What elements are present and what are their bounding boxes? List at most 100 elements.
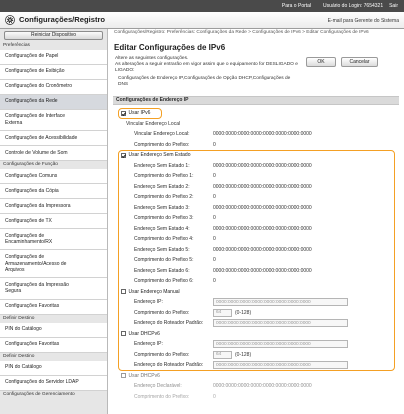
endereco-sem-estado-2-label: Endereço Sem Estado 2: [134,183,190,190]
logout-link[interactable]: Sair [389,3,398,9]
usar-dhcpv6-checkbox[interactable] [121,331,126,337]
form-row: Usar Endereço Sem Estado [110,150,402,161]
form-row: Comprimento do Prefixo 3: 0 [110,213,402,224]
vincular-endereco-local-value: 0000:0000:0000:0000:0000:0000:0000:0000 [213,131,312,138]
email-system-manager-link[interactable]: E-mail para Gerente do Sistema [328,18,399,24]
cancel-button[interactable]: Cancelar [341,57,378,67]
form-row: Comprimento do Prefixo 5: 0 [110,255,402,266]
endereco-ip-label: Endereço IP: [134,299,163,306]
comprimento-do-prefixo-value: 0 [213,141,216,148]
comprimento-do-prefixo-label: Comprimento do Prefixo: [134,141,190,148]
endereco-sem-estado-3-label: Endereço Sem Estado 3: [134,204,190,211]
sidebar-item-configuracoes-do-servidor-ldap[interactable]: Configurações do Servidor LDAP [0,375,107,391]
comprimento-do-prefixo-1-value: 0 [213,173,216,180]
comprimento-do-prefixo-6-value: 0 [213,278,216,285]
top-bar: Para o Portal Usuário do Login: 7654321 … [0,0,404,12]
comprimento-do-prefixo-4-label: Comprimento do Prefixo 4: [134,236,194,243]
notice-line: As alterações a seguir entrarão em vigor… [115,62,298,74]
comprimento-do-prefixo-5-label: Comprimento do Prefixo 5: [134,257,194,264]
settings-gear-icon [5,15,15,25]
sidebar-item-configuracoes-de-papel[interactable]: Configurações de Papel [0,49,107,65]
restart-device-button[interactable]: Reiniciar Dispositivo [4,31,103,40]
usar-endereco-sem-estado-label[interactable]: Usar Endereço Sem Estado [129,152,191,158]
comprimento-do-prefixo-1-label: Comprimento do Prefixo 1: [134,173,194,180]
sidebar-item-configuracoes-de-tx[interactable]: Configurações de TX [0,213,107,229]
vincular-endereco-local-heading: Vincular Endereço Local [126,120,181,127]
sidebar-item-configuracoes-do-cronometro[interactable]: Configurações do Cronômetro [0,79,107,95]
endereco-do-roteador-padrao-input[interactable] [213,319,348,328]
endereco-ip-input[interactable] [213,298,348,307]
endereco-sem-estado-4-label: Endereço Sem Estado 4: [134,225,190,232]
form-row: Comprimento do Prefixo 4: 0 [110,234,402,245]
sidebar-item-configuracoes-da-impressao-segura[interactable]: Configurações da Impressão Segura [0,278,107,300]
sidebar-heading-definir-destino: Definir Destino [3,353,35,359]
sidebar-item-configuracoes-da-copia[interactable]: Configurações da Cópia [0,183,107,199]
endereco-ip-input[interactable] [213,340,348,349]
usar-ipv6-label[interactable]: Usar IPv6 [129,110,151,116]
sidebar-item-configuracoes-de-exibicao[interactable]: Configurações de Exibição [0,64,107,80]
page-title: Editar Configurações de IPv6 [114,43,226,52]
main-content: Configurações/Registro: Preferências: Co… [110,29,402,414]
comprimento-do-prefixo-input[interactable] [213,350,232,359]
sidebar-item-configuracoes-favoritas[interactable]: Configurações Favoritas [0,299,107,315]
header-title: Configurações/Registro [19,15,106,24]
form-row: Endereço IP: [110,297,402,308]
form-row: Endereço Sem Estado 4: 0000:0000:0000:000… [110,224,402,235]
comprimento-do-prefixo-input[interactable] [213,308,232,317]
endereco-sem-estado-6-value: 0000:0000:0000:0000:0000:0000:0000:0000 [213,267,312,274]
form-row: Endereço Sem Estado 2: 0000:0000:0000:000… [110,182,402,193]
endereco-sem-estado-4-value: 0000:0000:0000:0000:0000:0000:0000:0000 [213,225,312,232]
endereco-sem-estado-1-label: Endereço Sem Estado 1: [134,162,190,169]
form-row: Vincular Endereço Local: 0000:0000:0000:0… [110,129,402,140]
comprimento-do-prefixo-3-value: 0 [213,215,216,222]
endereco-do-roteador-padrao-input[interactable] [213,361,348,370]
form-row: Comprimento do Prefixo 6: 0 [110,276,402,287]
form-row: Endereço IP: [110,339,402,350]
fade-overlay [110,371,402,414]
usar-endereco-manual-label[interactable]: Usar Endereço Manual [129,289,180,295]
sidebar-item-configuracoes-de-armazenamento-acesso-de-arquivos[interactable]: Configurações de Armazenamento/Acesso de… [0,250,107,279]
form-row: Usar IPv6 [110,108,402,119]
section-header-ip-address-settings: Configurações de Endereço IP [113,96,399,105]
comprimento-do-prefixo-range: (0-128) [235,351,252,358]
sidebar-item-configuracoes-da-impressora[interactable]: Configurações da Impressora [0,198,107,214]
vincular-endereco-local-label: Vincular Endereço Local: [134,131,190,138]
notice-line: Configurações de Endereço IP,Configuraçõ… [118,76,291,88]
login-user-label: Usuário do Login: 7654321 [323,3,384,9]
endereco-do-roteador-padrao-label: Endereço do Roteador Padrão: [134,320,204,327]
usar-dhcpv6-label[interactable]: Usar DHCPv6 [129,331,160,337]
endereco-sem-estado-3-value: 0000:0000:0000:0000:0000:0000:0000:0000 [213,204,312,211]
sidebar-item-configuracoes-de-interface-externa[interactable]: Configurações de Interface Externa [0,109,107,131]
sidebar-item-configuracoes-de-acessibilidade[interactable]: Configurações de Acessibilidade [0,130,107,146]
sidebar-item-pin-do-catalogo[interactable]: PIN do Catálogo [0,322,107,338]
ok-button[interactable]: OK [306,57,336,67]
endereco-do-roteador-padrao-label: Endereço do Roteador Padrão: [134,362,204,369]
usar-ipv6-checkbox[interactable] [121,110,126,116]
comprimento-do-prefixo-label: Comprimento do Prefixo: [134,351,190,358]
title-bar: Configurações/Registro E-mail para Geren… [0,12,404,29]
comprimento-do-prefixo-2-label: Comprimento do Prefixo 2: [134,194,194,201]
endereco-ip-label: Endereço IP: [134,341,163,348]
sidebar-item-configuracoes-de-encaminhamento-rx[interactable]: Configurações de Encaminhamento/RX [0,228,107,251]
form-row: Comprimento do Prefixo: (0-128) [110,350,402,361]
sidebar-item-controle-de-volume-de-som[interactable]: Controle de Volume de Som [0,145,107,161]
form-row: Usar DHCPv6 [110,329,402,340]
sidebar-item-configuracoes-da-rede[interactable]: Configurações da Rede [0,94,107,110]
form-row: Endereço Sem Estado 6: 0000:0000:0000:000… [110,266,402,277]
endereco-sem-estado-1-value: 0000:0000:0000:0000:0000:0000:0000:0000 [213,162,312,169]
form-row: Comprimento do Prefixo 2: 0 [110,192,402,203]
form-row: Vincular Endereço Local [110,119,402,130]
sidebar-item-pin-do-catalogo[interactable]: PIN do Catálogo [0,360,107,376]
usar-endereco-manual-checkbox[interactable] [121,289,126,295]
usar-endereco-sem-estado-checkbox[interactable] [121,152,126,158]
sidebar: Reiniciar Dispositivo Preferências Config… [0,29,108,414]
sidebar-item-configuracoes-favoritas[interactable]: Configurações Favoritas [0,337,107,353]
endereco-sem-estado-6-label: Endereço Sem Estado 6: [134,267,190,274]
sidebar-item-configuracoes-comuns[interactable]: Configurações Comuns [0,168,107,184]
sidebar-heading-configuracoes-de-funcao: Configurações de Função [3,161,58,167]
form-row: Comprimento do Prefixo 1: 0 [110,171,402,182]
portal-link[interactable]: Para o Portal [282,3,311,9]
form-row: Endereço do Roteador Padrão: [110,360,402,371]
sidebar-heading-configuracoes-de-gerenciamento: Configurações de Gerenciamento [3,391,75,397]
form-row: Endereço Sem Estado 5: 0000:0000:0000:000… [110,245,402,256]
